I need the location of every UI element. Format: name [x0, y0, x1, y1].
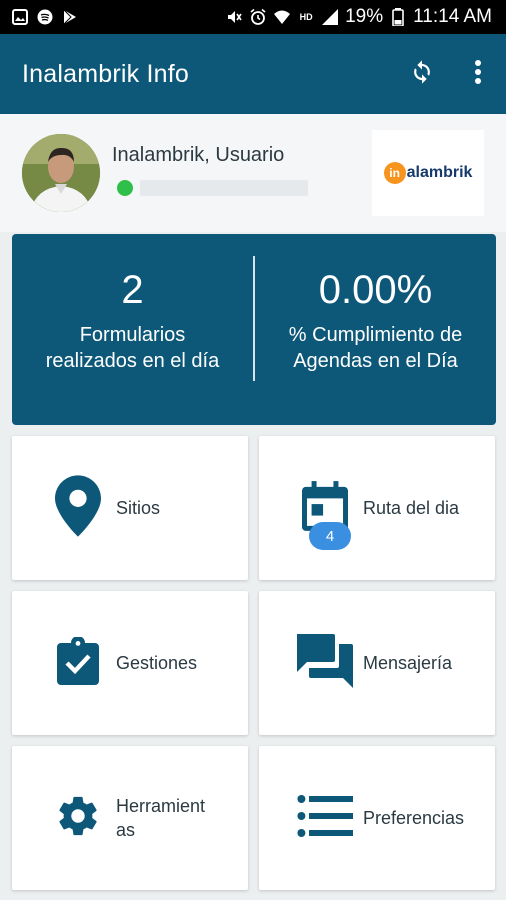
stat-compliance-value: 0.00%: [318, 268, 433, 312]
more-vert-icon: [474, 59, 482, 90]
signal-icon: [321, 8, 339, 26]
sync-button[interactable]: [394, 46, 450, 102]
alarm-icon: [249, 8, 267, 26]
company-logo-mark: in alambrik: [383, 162, 473, 184]
status-left-icons: [12, 9, 78, 25]
menu-tile-ruta-del-dia[interactable]: 4 Ruta del dia: [259, 436, 495, 580]
stat-compliance: 0.00% % Cumplimiento de Agendas en el Dí…: [255, 234, 496, 425]
app-bar: Inalambrik Info: [0, 34, 506, 114]
gear-icon: [46, 784, 110, 848]
wifi-icon: [273, 8, 291, 26]
menu-tile-herramientas[interactable]: Herramient as: [12, 746, 248, 890]
stats-card: 2 Formularios realizados en el día 0.00%…: [12, 234, 496, 425]
online-status-indicator: [117, 180, 133, 196]
logo-circle: in: [383, 162, 406, 184]
more-options-button[interactable]: [450, 46, 506, 102]
progress-bar: [140, 180, 308, 196]
app-title: Inalambrik Info: [22, 59, 189, 88]
status-right: HD 19% 11:14 AM: [225, 6, 492, 28]
stat-forms-label: Formularios realizados en el día: [45, 324, 220, 372]
menu-tile-label: Ruta del dia: [363, 498, 460, 518]
logo-text: alambrik: [406, 164, 473, 181]
clipboard-check-icon: [46, 629, 110, 693]
clock: 11:14 AM: [413, 6, 492, 27]
ruta-badge: 4: [309, 522, 351, 550]
mute-icon: [225, 8, 243, 26]
stat-compliance-label: % Cumplimiento de Agendas en el Día: [288, 324, 463, 372]
battery-icon: [389, 8, 407, 26]
menu-tile-mensajeria[interactable]: Mensajería: [259, 591, 495, 735]
menu-tile-label: Sitios: [116, 498, 161, 518]
list-icon: [293, 784, 357, 848]
company-logo: in alambrik: [372, 130, 484, 216]
menu-tile-sitios[interactable]: Sitios: [12, 436, 248, 580]
stat-forms-value: 2: [121, 268, 144, 312]
user-name: Inalambrik, Usuario: [112, 144, 285, 166]
menu-tile-label: Mensajería: [363, 653, 453, 673]
menu-tile-preferencias[interactable]: Preferencias: [259, 746, 495, 890]
profile-header: Inalambrik, Usuario in alambrik: [0, 114, 506, 232]
location-pin-icon: [46, 474, 110, 538]
stat-forms: 2 Formularios realizados en el día: [12, 234, 253, 425]
avatar[interactable]: [22, 134, 100, 212]
hd-icon: HD: [299, 12, 313, 22]
menu-tile-label: Herramient as: [116, 796, 206, 840]
menu-tile-label: Preferencias: [363, 808, 465, 828]
play-store-icon: [62, 9, 78, 25]
menu-tile-gestiones[interactable]: Gestiones: [12, 591, 248, 735]
status-bar: HD 19% 11:14 AM: [0, 0, 506, 34]
app-actions: [394, 46, 506, 102]
sync-icon: [408, 58, 436, 91]
chat-icon: [293, 629, 357, 693]
spotify-icon: [37, 9, 53, 25]
gallery-icon: [12, 9, 28, 25]
battery-percent: 19%: [345, 6, 384, 27]
menu-tile-label: Gestiones: [116, 653, 198, 673]
